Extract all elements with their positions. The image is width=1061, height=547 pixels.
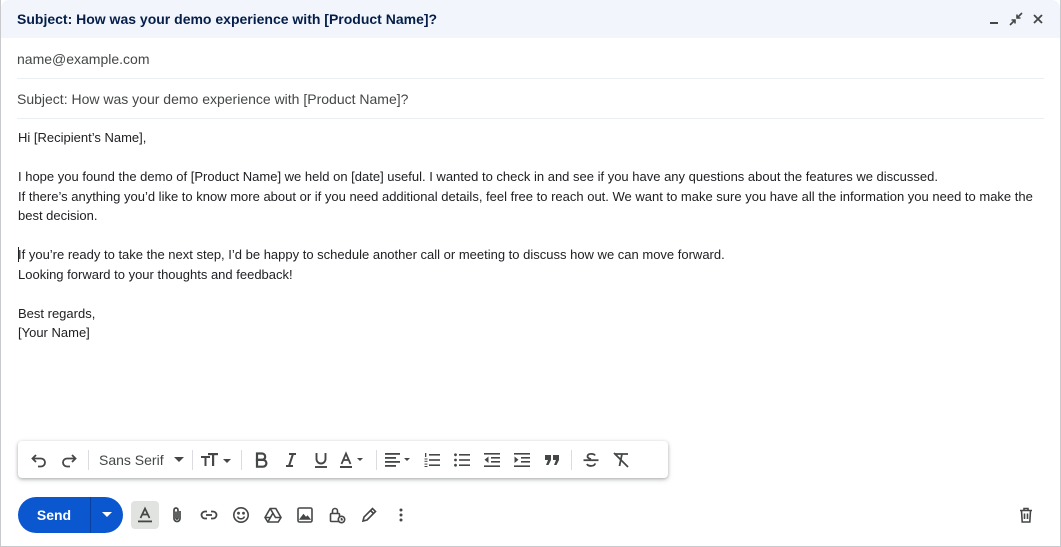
close-button[interactable] bbox=[1030, 9, 1046, 29]
indent-more-button[interactable] bbox=[507, 446, 537, 474]
photo-icon bbox=[297, 507, 313, 523]
indent-less-button[interactable] bbox=[477, 446, 507, 474]
insert-link-button[interactable] bbox=[193, 499, 225, 531]
bulleted-list-button[interactable] bbox=[447, 446, 477, 474]
compose-window: Subject: How was your demo experience wi… bbox=[0, 0, 1061, 547]
dropdown-arrow-icon bbox=[173, 456, 184, 462]
body-line bbox=[18, 148, 1038, 168]
pen-icon bbox=[361, 507, 377, 523]
body-line bbox=[18, 284, 1038, 304]
body-line: If you’re ready to take the next step, I… bbox=[18, 247, 725, 262]
confidential-mode-button[interactable] bbox=[321, 499, 353, 531]
toolbar-separator bbox=[375, 449, 377, 470]
text-color-button[interactable] bbox=[336, 446, 372, 474]
more-vert-icon bbox=[399, 508, 403, 522]
body-line: I hope you found the demo of [Product Na… bbox=[18, 169, 938, 184]
remove-formatting-icon bbox=[612, 451, 629, 468]
link-icon bbox=[200, 510, 218, 520]
minimize-icon bbox=[990, 22, 998, 24]
send-button[interactable]: Send bbox=[18, 497, 90, 533]
italic-button[interactable] bbox=[276, 446, 306, 474]
insert-emoji-button[interactable] bbox=[225, 499, 257, 531]
minimize-button[interactable] bbox=[986, 9, 1002, 29]
bulleted-list-icon bbox=[453, 452, 470, 467]
numbered-list-icon bbox=[424, 452, 440, 467]
quote-button[interactable] bbox=[537, 446, 567, 474]
more-options-button[interactable] bbox=[385, 499, 417, 531]
emoji-icon bbox=[233, 507, 249, 523]
toolbar-separator bbox=[570, 449, 572, 470]
exit-fullscreen-button[interactable] bbox=[1008, 9, 1024, 29]
formatting-options-button[interactable] bbox=[131, 501, 159, 529]
toolbar-separator bbox=[191, 449, 193, 470]
italic-icon bbox=[285, 452, 296, 467]
compose-actions-bar: Send bbox=[18, 497, 1050, 533]
redo-icon bbox=[62, 453, 77, 467]
subject-value: Subject: How was your demo experience wi… bbox=[17, 90, 409, 107]
subject-field[interactable]: Subject: How was your demo experience wi… bbox=[17, 79, 1044, 119]
paperclip-icon bbox=[173, 507, 181, 523]
bold-icon bbox=[255, 451, 268, 468]
attach-files-button[interactable] bbox=[161, 499, 193, 531]
insert-signature-button[interactable] bbox=[353, 499, 385, 531]
send-button-group: Send bbox=[18, 497, 123, 533]
dropdown-arrow-icon bbox=[102, 512, 112, 517]
body-line: Best regards, bbox=[18, 305, 96, 321]
discard-draft-button[interactable] bbox=[1010, 499, 1042, 531]
underline-icon bbox=[314, 452, 327, 468]
indent-less-icon bbox=[483, 452, 500, 467]
indent-more-icon bbox=[513, 452, 530, 467]
body-line: Looking forward to your thoughts and fee… bbox=[18, 266, 293, 282]
font-family-value: Sans Serif bbox=[99, 451, 164, 468]
align-button[interactable] bbox=[381, 446, 417, 474]
trash-icon bbox=[1020, 507, 1032, 523]
message-body[interactable]: Hi [Recipient’s Name], I hope you found … bbox=[18, 128, 1038, 343]
more-send-options-button[interactable] bbox=[90, 497, 123, 533]
compose-title: Subject: How was your demo experience wi… bbox=[17, 11, 438, 27]
text-size-button[interactable] bbox=[197, 446, 237, 474]
text-size-icon bbox=[200, 452, 231, 466]
numbered-list-button[interactable] bbox=[417, 446, 447, 474]
toolbar-separator bbox=[240, 449, 242, 470]
exit-fullscreen-icon bbox=[1009, 12, 1023, 26]
formatting-toolbar: Sans Serif bbox=[18, 441, 668, 478]
window-controls bbox=[986, 9, 1046, 29]
undo-icon bbox=[31, 453, 46, 467]
body-line-with-caret: If you’re ready to take the next step, I… bbox=[18, 245, 1038, 265]
strikethrough-icon bbox=[583, 452, 599, 467]
drive-icon bbox=[264, 507, 282, 523]
strikethrough-button[interactable] bbox=[576, 446, 606, 474]
undo-button[interactable] bbox=[24, 446, 54, 474]
toolbar-separator bbox=[88, 449, 89, 470]
body-line bbox=[18, 226, 1038, 246]
lock-clock-icon bbox=[329, 507, 346, 524]
insert-drive-file-button[interactable] bbox=[257, 499, 289, 531]
quote-icon bbox=[544, 454, 559, 465]
body-line: If there’s anything you’d like to know m… bbox=[18, 188, 1033, 224]
body-line: Hi [Recipient’s Name], bbox=[18, 130, 147, 145]
remove-formatting-button[interactable] bbox=[606, 446, 636, 474]
formatting-options-icon bbox=[138, 506, 152, 523]
close-icon bbox=[1033, 14, 1043, 24]
body-line: [Your Name] bbox=[18, 325, 90, 340]
text-color-icon bbox=[339, 450, 363, 468]
font-family-select[interactable]: Sans Serif bbox=[93, 446, 188, 474]
align-left-icon bbox=[384, 452, 410, 467]
redo-button[interactable] bbox=[54, 446, 84, 474]
insert-photo-button[interactable] bbox=[289, 499, 321, 531]
to-field[interactable]: name@example.com bbox=[17, 39, 1044, 79]
compose-titlebar[interactable]: Subject: How was your demo experience wi… bbox=[1, 0, 1060, 38]
underline-button[interactable] bbox=[306, 446, 336, 474]
bold-button[interactable] bbox=[246, 446, 276, 474]
to-recipient: name@example.com bbox=[17, 50, 150, 67]
